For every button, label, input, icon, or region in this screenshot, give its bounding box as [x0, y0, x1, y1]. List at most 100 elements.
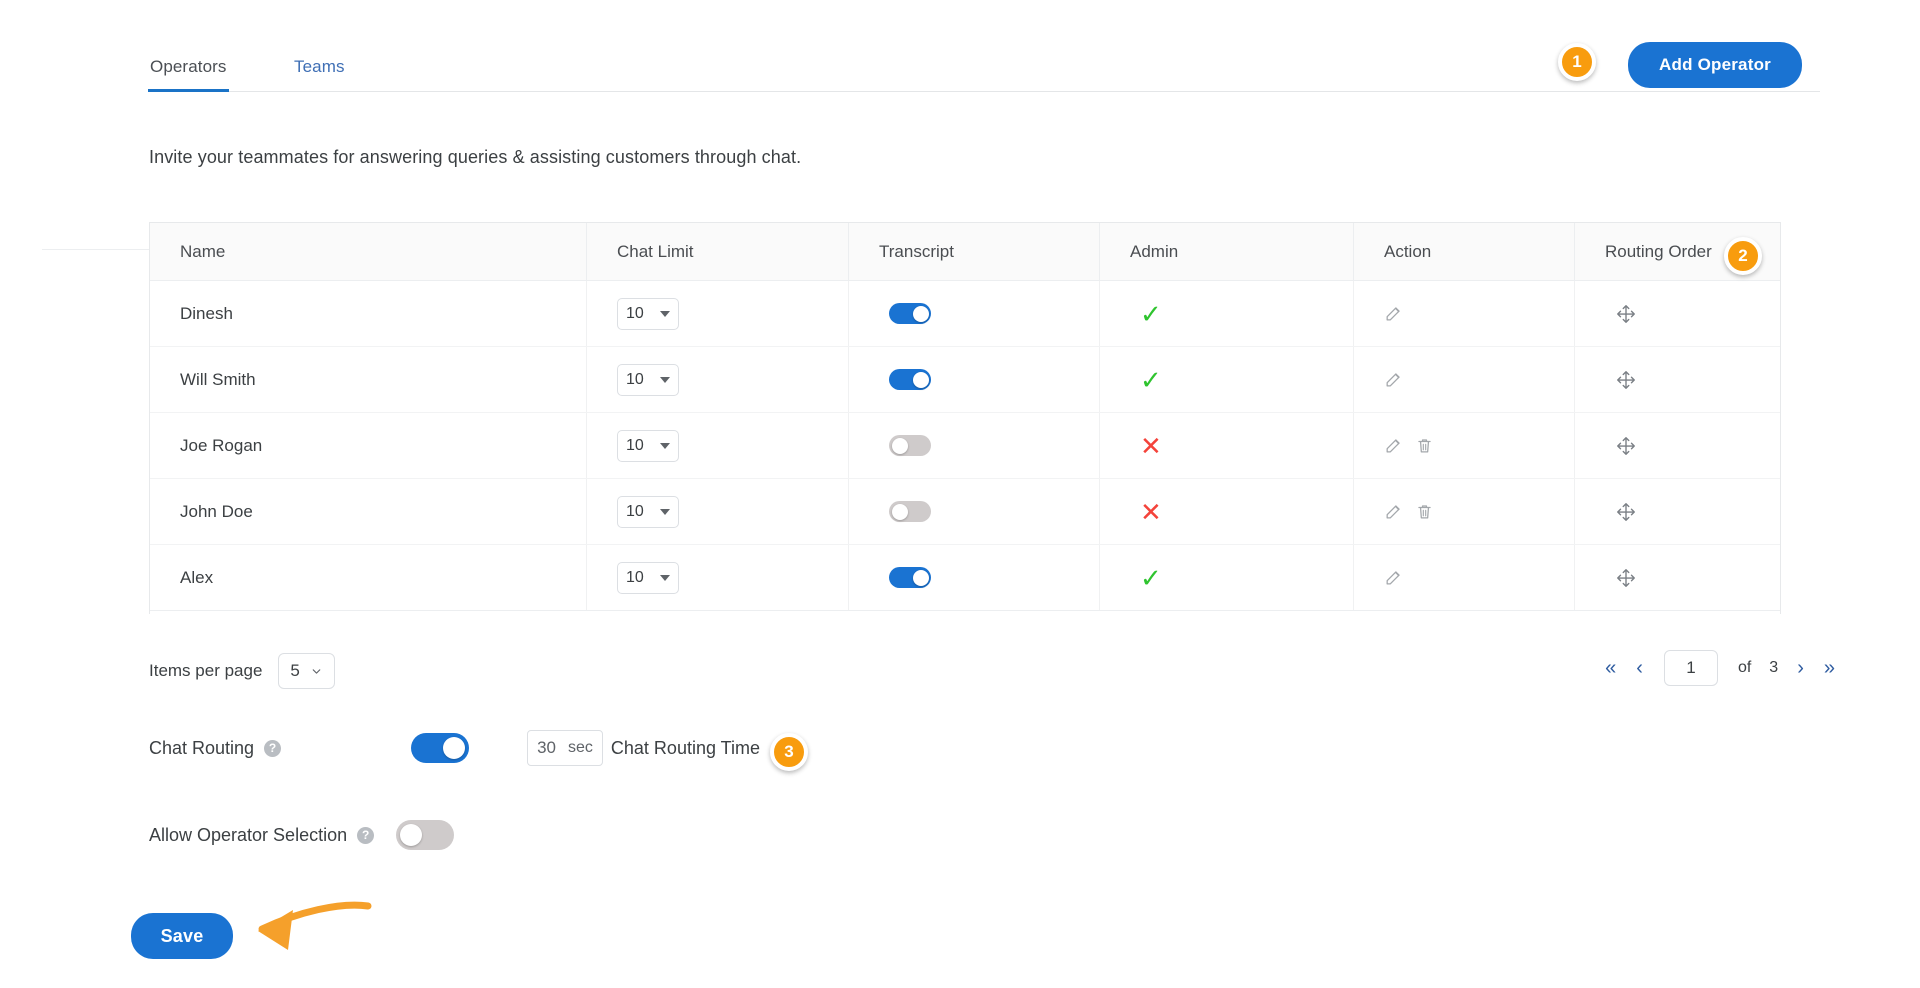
- column-header-transcript: Transcript: [849, 223, 1100, 280]
- allow-operator-selection-label: Allow Operator Selection: [149, 824, 348, 845]
- allow-operator-selection-row: Allow Operator Selection ?: [149, 820, 455, 850]
- edit-icon: [1386, 505, 1400, 519]
- save-button[interactable]: Save: [131, 913, 233, 959]
- table-header-row: Name Chat Limit Transcript Admin Action …: [150, 223, 1780, 281]
- caret-down-icon: [660, 574, 670, 581]
- cell-chat-limit: 10: [587, 479, 849, 544]
- page-of-label: of: [1737, 659, 1752, 676]
- chat-limit-select[interactable]: 10: [617, 297, 679, 330]
- add-operator-button[interactable]: Add Operator: [1628, 42, 1802, 88]
- table-row: Alex 10 ✓: [150, 545, 1780, 611]
- cell-transcript: [849, 545, 1100, 610]
- cell-routing-order: [1575, 545, 1780, 610]
- tab-operators[interactable]: Operators: [148, 48, 229, 92]
- tab-teams[interactable]: Teams: [292, 48, 347, 92]
- delete-button[interactable]: [1415, 436, 1434, 455]
- chat-routing-time-input[interactable]: 30 sec: [527, 730, 603, 766]
- left-divider: [42, 249, 150, 250]
- routing-order-drag-handle[interactable]: [1615, 567, 1637, 589]
- table-row: Will Smith 10 ✓: [150, 347, 1780, 413]
- cell-chat-limit: 10: [587, 347, 849, 412]
- chat-routing-toggle[interactable]: [411, 733, 470, 763]
- items-per-page-label: Items per page: [149, 661, 263, 680]
- pagination-controls: « ‹ of 3 › »: [1598, 650, 1842, 686]
- chat-routing-row: Chat Routing ? 30 sec Chat Routing Time: [149, 730, 760, 766]
- items-per-page-group: Items per page 5: [149, 653, 335, 689]
- chat-limit-select[interactable]: 10: [617, 429, 679, 462]
- transcript-toggle[interactable]: [889, 567, 931, 588]
- caret-down-icon: [660, 508, 670, 515]
- cell-admin: ✓: [1100, 281, 1354, 346]
- cell-routing-order: [1575, 347, 1780, 412]
- first-page-button[interactable]: «: [1598, 654, 1623, 682]
- delete-icon: [1418, 439, 1431, 453]
- move-handle-icon: [1617, 436, 1635, 455]
- chat-limit-value: 10: [626, 436, 644, 454]
- cell-chat-limit: 10: [587, 281, 849, 346]
- chat-limit-value: 10: [626, 370, 644, 388]
- chat-limit-select[interactable]: 10: [617, 561, 679, 594]
- previous-page-button[interactable]: ‹: [1629, 654, 1650, 682]
- chat-routing-help-icon[interactable]: ?: [264, 739, 282, 757]
- toggle-knob: [912, 371, 929, 388]
- move-handle-icon: [1617, 304, 1635, 323]
- caret-down-icon: [660, 310, 670, 317]
- current-page-input[interactable]: [1663, 650, 1718, 686]
- cell-chat-limit: 10: [587, 545, 849, 610]
- annotation-arrow-icon: [258, 901, 372, 950]
- allow-operator-selection-toggle[interactable]: [396, 820, 455, 850]
- edit-icon: [1386, 373, 1400, 387]
- toggle-knob: [912, 569, 929, 586]
- cell-action: [1354, 281, 1575, 346]
- edit-button[interactable]: [1384, 436, 1403, 455]
- routing-order-drag-handle[interactable]: [1615, 435, 1637, 457]
- cell-name: Joe Rogan: [150, 413, 587, 478]
- cell-transcript: [849, 479, 1100, 544]
- transcript-toggle[interactable]: [889, 501, 931, 522]
- toggle-knob: [891, 437, 908, 454]
- chat-limit-select[interactable]: 10: [617, 363, 679, 396]
- edit-button[interactable]: [1384, 304, 1403, 323]
- edit-button[interactable]: [1384, 568, 1403, 587]
- next-page-button[interactable]: ›: [1790, 654, 1811, 682]
- cross-icon: ✕: [1140, 430, 1162, 461]
- chat-routing-label: Chat Routing: [149, 737, 255, 758]
- column-header-action: Action: [1354, 223, 1575, 280]
- chat-limit-value: 10: [626, 304, 644, 322]
- delete-button[interactable]: [1415, 502, 1434, 521]
- caret-down-icon: [660, 376, 670, 383]
- edit-button[interactable]: [1384, 502, 1403, 521]
- check-icon: ✓: [1140, 298, 1162, 329]
- chat-limit-value: 10: [626, 502, 644, 520]
- cell-name: Alex: [150, 545, 587, 610]
- toggle-knob: [443, 737, 466, 759]
- edit-button[interactable]: [1384, 370, 1403, 389]
- chat-limit-select[interactable]: 10: [617, 495, 679, 528]
- table-row: Dinesh 10 ✓: [150, 281, 1780, 347]
- cell-action: [1354, 347, 1575, 412]
- transcript-toggle[interactable]: [889, 369, 931, 390]
- routing-order-drag-handle[interactable]: [1615, 369, 1637, 391]
- table-row: John Doe 10 ✕: [150, 479, 1780, 545]
- column-header-admin: Admin: [1100, 223, 1354, 280]
- edit-icon: [1386, 439, 1400, 453]
- cell-name: Dinesh: [150, 281, 587, 346]
- table-body: Dinesh 10 ✓ Will Smith 10 ✓ Joe Rogan 10 ✕ John D…: [150, 281, 1780, 611]
- routing-order-drag-handle[interactable]: [1615, 303, 1637, 325]
- toggle-knob: [891, 503, 908, 520]
- transcript-toggle[interactable]: [889, 303, 931, 324]
- operators-table: Name Chat Limit Transcript Admin Action …: [149, 222, 1781, 614]
- allow-operator-selection-help-icon[interactable]: ?: [357, 826, 375, 844]
- total-pages-label: 3: [1769, 659, 1779, 676]
- chat-routing-time-value: 30: [537, 738, 556, 757]
- items-per-page-select[interactable]: 5: [278, 653, 335, 689]
- annotation-marker-3: 3: [770, 733, 808, 771]
- move-handle-icon: [1617, 502, 1635, 521]
- transcript-toggle[interactable]: [889, 435, 931, 456]
- toggle-knob: [912, 305, 929, 322]
- routing-order-drag-handle[interactable]: [1615, 501, 1637, 523]
- cell-transcript: [849, 413, 1100, 478]
- delete-icon: [1418, 505, 1431, 519]
- cell-name: John Doe: [150, 479, 587, 544]
- last-page-button[interactable]: »: [1817, 654, 1842, 682]
